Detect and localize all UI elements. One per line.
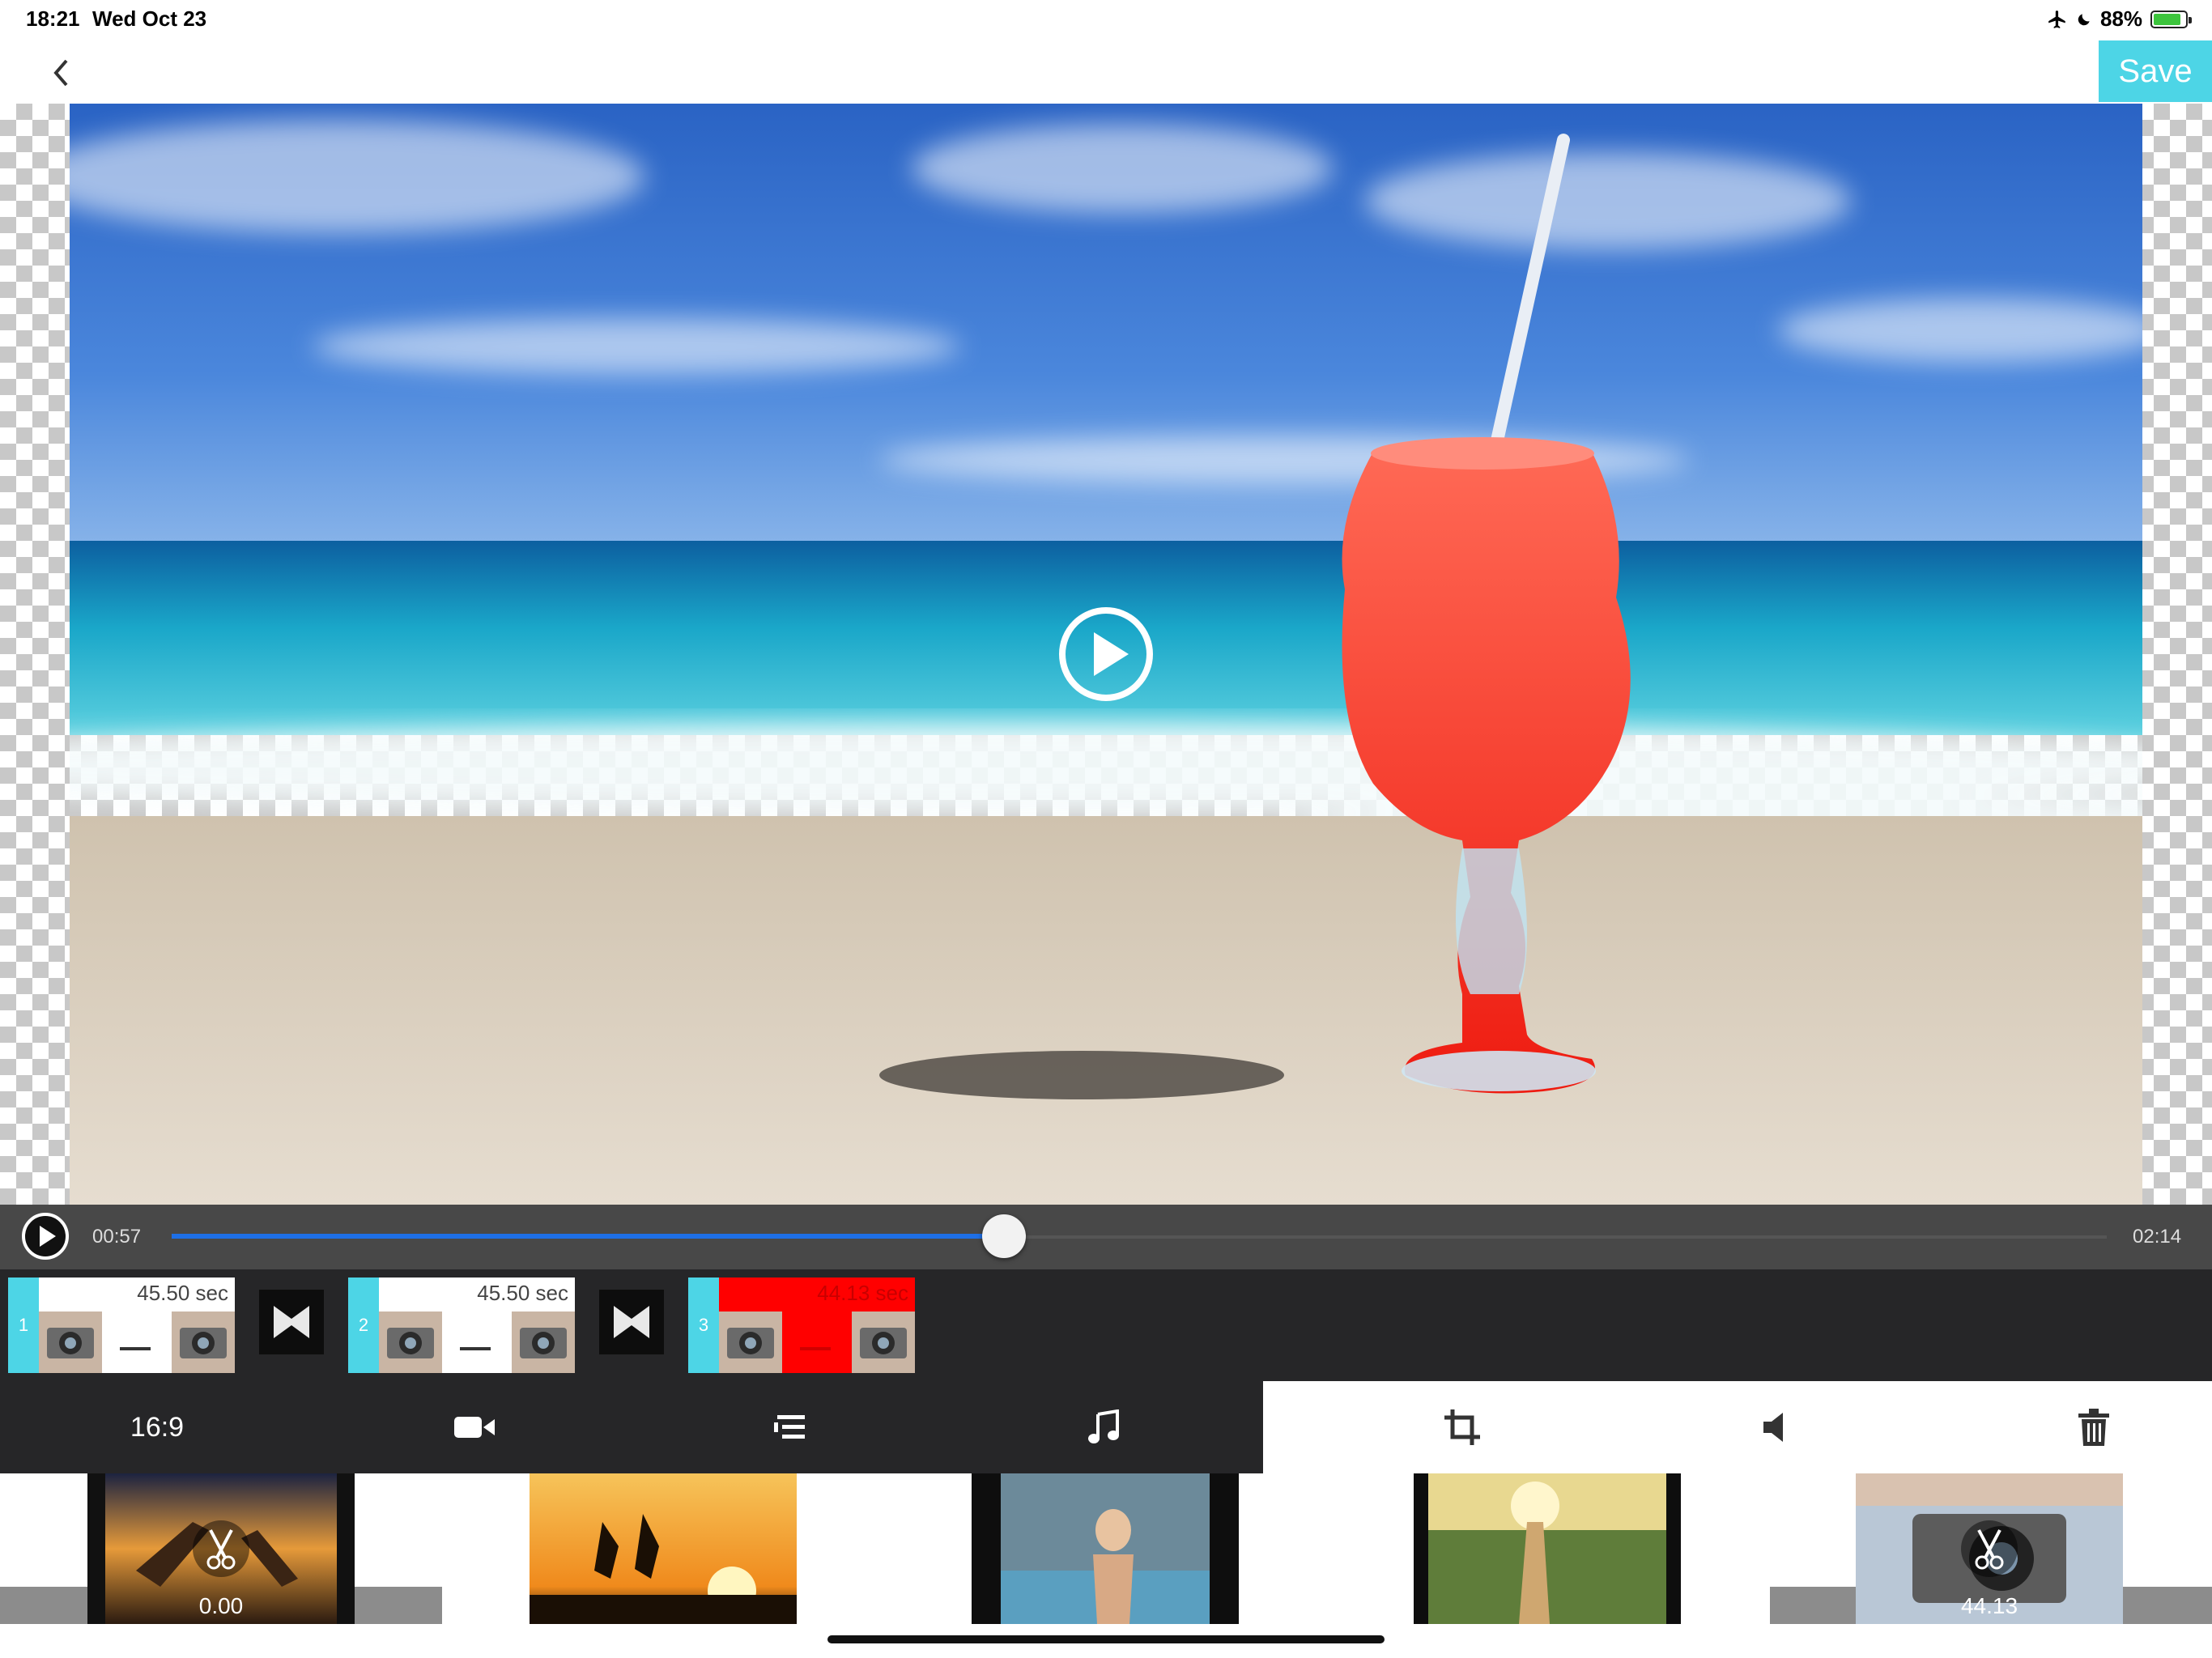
current-time: 00:57 — [92, 1226, 142, 1248]
chevron-left-icon — [53, 59, 68, 87]
trim-end-handle[interactable] — [1961, 1520, 2018, 1577]
clip-separator — [120, 1347, 151, 1350]
align-button[interactable] — [750, 1381, 831, 1473]
status-date: Wed Oct 23 — [92, 6, 207, 31]
seek-thumb[interactable] — [981, 1214, 1026, 1258]
clip-duration: 45.50 sec — [137, 1281, 228, 1305]
toolbar-secondary — [1263, 1381, 2212, 1473]
battery-percent: 88% — [2099, 6, 2142, 31]
clip-item-selected[interactable]: 3 44.13 sec — [688, 1278, 915, 1373]
aspect-ratio-label: 16:9 — [130, 1411, 185, 1443]
crop-icon — [1444, 1409, 1480, 1445]
status-bar: 18:21 Wed Oct 23 88% — [0, 0, 2212, 39]
clip-separator — [460, 1347, 491, 1350]
music-note-icon — [1088, 1409, 1119, 1443]
clip-duration: 44.13 sec — [817, 1281, 908, 1305]
trash-icon — [2078, 1409, 2109, 1446]
clip-body: 44.13 sec — [719, 1278, 915, 1373]
clip-end-thumbnail — [852, 1312, 915, 1373]
status-indicators: 88% — [2047, 6, 2192, 32]
clip-end-thumbnail — [512, 1312, 575, 1373]
filmstrip-frame[interactable]: 44.13 — [1856, 1473, 2123, 1624]
back-button[interactable] — [40, 49, 81, 97]
clip-body: 45.50 sec — [39, 1278, 235, 1373]
clip-start-thumbnail — [719, 1312, 782, 1373]
moon-icon — [2078, 13, 2090, 25]
scissors-icon — [206, 1529, 236, 1570]
transition-button[interactable] — [599, 1290, 664, 1354]
save-button[interactable]: Save — [2099, 40, 2212, 102]
clip-start-thumbnail — [379, 1312, 442, 1373]
scissors-icon — [1975, 1529, 2004, 1570]
clip-index: 1 — [8, 1278, 39, 1373]
toolbar-primary: 16:9 — [0, 1381, 1263, 1473]
filmstrip[interactable]: 0.00 44.13 — [0, 1473, 2212, 1627]
trim-start-time: 0.00 — [198, 1593, 244, 1618]
video-preview[interactable] — [70, 104, 2142, 1205]
trim-end-time: 44.13 — [1960, 1593, 2018, 1618]
clip-duration: 45.50 sec — [477, 1281, 568, 1305]
filmstrip-frame[interactable] — [530, 1473, 797, 1624]
video-button[interactable] — [434, 1381, 515, 1473]
play-overlay-button[interactable] — [1057, 606, 1155, 703]
volume-button[interactable] — [1736, 1381, 1817, 1473]
clip-index: 2 — [348, 1278, 379, 1373]
transition-button[interactable] — [259, 1290, 324, 1354]
battery-level — [2154, 13, 2181, 25]
delete-button[interactable] — [2053, 1381, 2134, 1473]
clip-item[interactable]: 2 45.50 sec — [348, 1278, 575, 1373]
clip-body: 45.50 sec — [379, 1278, 575, 1373]
aspect-ratio-button[interactable]: 16:9 — [108, 1381, 206, 1473]
transition-icon — [274, 1306, 309, 1338]
speaker-icon — [1763, 1413, 1783, 1442]
music-button[interactable] — [1064, 1381, 1145, 1473]
video-camera-icon — [454, 1417, 495, 1438]
clip-timeline: 1 45.50 sec 2 45.50 sec 3 44.13 sec — [0, 1269, 2212, 1381]
filmstrip-frame[interactable]: 0.00 — [87, 1473, 355, 1624]
play-button[interactable] — [21, 1212, 70, 1261]
clip-index: 3 — [688, 1278, 719, 1373]
transition-icon — [614, 1306, 649, 1338]
clip-start-thumbnail — [39, 1312, 102, 1373]
clip-end-thumbnail — [172, 1312, 235, 1373]
filmstrip-frame[interactable] — [1414, 1473, 1681, 1624]
status-time: 18:21 — [26, 6, 80, 31]
filmstrip-frame[interactable] — [972, 1473, 1239, 1624]
battery-charging-icon — [2150, 10, 2192, 28]
total-time: 02:14 — [2133, 1226, 2182, 1248]
crop-button[interactable] — [1422, 1381, 1503, 1473]
trim-start-handle[interactable] — [193, 1520, 249, 1577]
battery-tip — [2189, 16, 2192, 23]
clip-item[interactable]: 1 45.50 sec — [8, 1278, 235, 1373]
airplane-icon — [2048, 10, 2065, 28]
home-indicator[interactable] — [827, 1635, 1385, 1643]
clip-separator — [800, 1347, 831, 1350]
seek-progress — [172, 1234, 1004, 1239]
align-icon — [774, 1415, 805, 1439]
